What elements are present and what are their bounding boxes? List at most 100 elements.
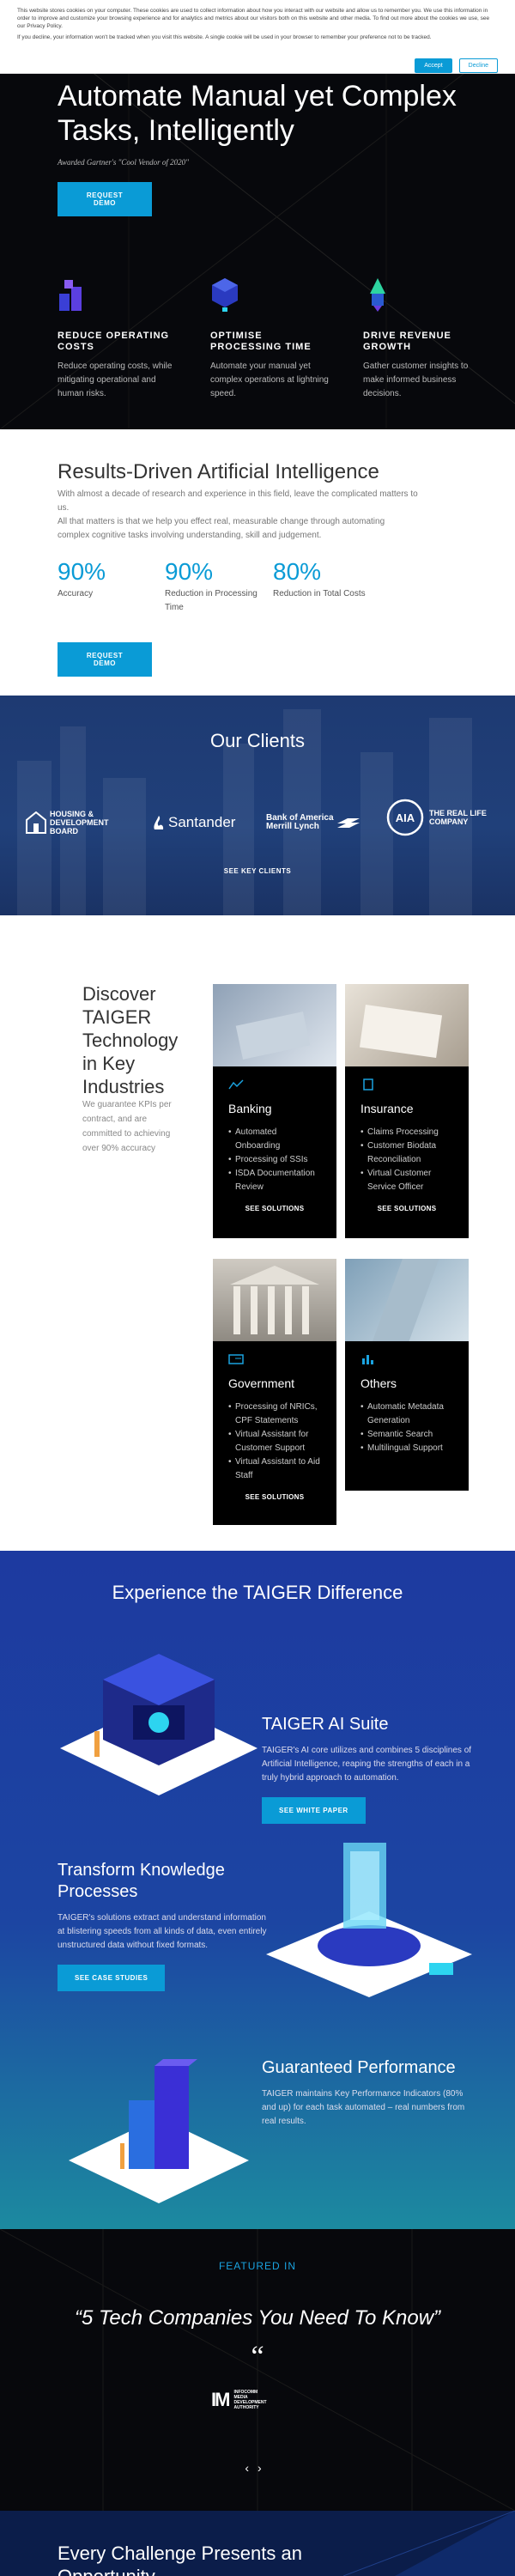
block-text: TAIGER's AI core utilizes and combines 5… bbox=[262, 1746, 472, 1783]
results-paragraph: With almost a decade of research and exp… bbox=[58, 489, 418, 513]
hdb-house-icon bbox=[26, 811, 46, 834]
imda-mark: IM bbox=[211, 2389, 230, 2410]
see-solutions-link[interactable]: SEE SOLUTIONS bbox=[360, 1205, 453, 1212]
card-item: Virtual Customer Service Officer bbox=[360, 1167, 453, 1194]
stat-label: Reduction in Total Costs bbox=[273, 589, 366, 598]
block-text: TAIGER's solutions extract and understan… bbox=[58, 1913, 267, 1950]
block-title: Guaranteed Performance bbox=[262, 2058, 456, 2077]
quote-mark-icon: “ bbox=[251, 2341, 264, 2372]
see-case-studies-button[interactable]: SEE CASE STUDIES bbox=[58, 1965, 166, 1991]
results-description: With almost a decade of research and exp… bbox=[58, 488, 418, 543]
stat-value: 90% bbox=[165, 558, 214, 585]
courthouse-columns bbox=[230, 1266, 319, 1334]
chart-line-icon bbox=[228, 1079, 244, 1090]
cookie-decline-button[interactable]: Decline bbox=[458, 58, 498, 73]
card-title: Insurance bbox=[360, 1102, 414, 1115]
bottom-decor bbox=[343, 2511, 515, 2576]
rocket-icon bbox=[370, 278, 385, 312]
industries-intro: We guarantee KPIs per contract, and are … bbox=[82, 1100, 172, 1153]
see-white-paper-button[interactable]: SEE WHITE PAPER bbox=[262, 1797, 366, 1824]
hero-request-demo-button[interactable]: REQUEST DEMO bbox=[58, 182, 152, 216]
feature-optimise-time: OPTIMISE PROCESSING TIME Automate your m… bbox=[210, 276, 330, 401]
carousel-next-icon[interactable]: › bbox=[258, 2461, 270, 2475]
stat-accuracy: 90% Accuracy bbox=[58, 558, 152, 601]
feature-text: Automate your manual yet complex operati… bbox=[210, 361, 329, 398]
card-item: Multilingual Support bbox=[360, 1442, 453, 1455]
stat-processing-time: 90% Reduction in Processing Time bbox=[165, 558, 259, 615]
aia-circle-icon: AIA bbox=[386, 799, 424, 836]
cookie-text: This website stores cookies on your comp… bbox=[17, 8, 490, 29]
see-key-clients-link[interactable]: SEE KEY CLIENTS bbox=[0, 867, 515, 875]
opportunity-title: Every Challenge Presents an Opportunity bbox=[58, 2543, 302, 2576]
transform-knowledge-block: Transform Knowledge Processes TAIGER's s… bbox=[58, 1860, 272, 1991]
clients-title: Our Clients bbox=[209, 730, 306, 751]
cookie-decline-text: If you decline, your information won't b… bbox=[17, 34, 432, 40]
see-solutions-link[interactable]: SEE SOLUTIONS bbox=[228, 1493, 321, 1501]
card-title: Others bbox=[360, 1376, 397, 1390]
opportunity-section: Every Challenge Presents an Opportunity bbox=[0, 2511, 515, 2576]
card-item: Processing of SSIs bbox=[228, 1153, 321, 1167]
stat-label: Accuracy bbox=[58, 589, 94, 598]
banking-photo bbox=[213, 984, 336, 1066]
aia-tagline: THE REAL LIFE bbox=[429, 809, 487, 817]
block-text: TAIGER maintains Key Performance Indicat… bbox=[262, 2089, 465, 2126]
stat-value: 80% bbox=[273, 558, 322, 585]
carousel-controls: ‹› bbox=[0, 2461, 515, 2475]
stat-label: Reduction in Processing Time bbox=[165, 589, 258, 612]
hero-award: Awarded Gartner's "Cool Vendor of 2020" bbox=[58, 158, 189, 167]
client-logo-santander: Santander bbox=[153, 805, 235, 840]
carousel-prev-icon[interactable]: ‹ bbox=[245, 2461, 258, 2475]
card-item: Semantic Search bbox=[360, 1428, 453, 1442]
processing-cube-icon bbox=[212, 278, 238, 312]
cookie-banner: This website stores cookies on your comp… bbox=[0, 0, 515, 74]
others-photo bbox=[345, 1259, 469, 1341]
id-card-icon bbox=[228, 1354, 244, 1364]
stat-total-costs: 80% Reduction in Total Costs bbox=[273, 558, 367, 601]
boa-flag-icon bbox=[336, 818, 360, 828]
stat-value: 90% bbox=[58, 558, 106, 585]
see-solutions-link[interactable]: SEE SOLUTIONS bbox=[228, 1205, 321, 1212]
feature-reduce-costs: REDUCE OPERATING COSTS Reduce operating … bbox=[58, 276, 178, 401]
industries-title: Discover TAIGER Technology in Key Indust… bbox=[82, 983, 179, 1097]
card-item: Claims Processing bbox=[360, 1126, 453, 1139]
industry-card-government[interactable]: Government Processing of NRICs, CPF Stat… bbox=[213, 1259, 336, 1525]
card-title: Government bbox=[228, 1376, 295, 1390]
hdb-name: HOUSING & DEVELOPMENT BOARD bbox=[50, 810, 109, 835]
industry-card-others[interactable]: Others Automatic Metadata Generation Sem… bbox=[345, 1259, 469, 1491]
card-title: Banking bbox=[228, 1102, 272, 1115]
industries-section: Discover TAIGER Technology in Key Indust… bbox=[0, 915, 515, 1551]
aia-mark: AIA bbox=[396, 811, 415, 824]
results-section: Results-Driven Artificial Intelligence W… bbox=[0, 429, 515, 696]
client-logo-hdb: HOUSING & DEVELOPMENT BOARD bbox=[26, 805, 125, 840]
insurance-photo bbox=[345, 984, 469, 1066]
card-item: Virtual Assistant for Customer Support bbox=[228, 1428, 321, 1455]
card-item: Automatic Metadata Generation bbox=[360, 1400, 453, 1428]
feature-title: DRIVE REVENUE GROWTH bbox=[363, 331, 451, 352]
results-request-demo-button[interactable]: REQUEST DEMO bbox=[58, 642, 152, 677]
feature-drive-revenue: DRIVE REVENUE GROWTH Gather customer ins… bbox=[363, 276, 483, 401]
card-item: Virtual Assistant to Aid Staff bbox=[228, 1455, 321, 1483]
skyline-building bbox=[103, 778, 146, 915]
industry-card-insurance[interactable]: Insurance Claims Processing Customer Bio… bbox=[345, 984, 469, 1238]
knowledge-process-illustration bbox=[266, 1843, 472, 1997]
government-photo bbox=[213, 1259, 336, 1341]
feature-title: OPTIMISE PROCESSING TIME bbox=[210, 331, 312, 352]
cookie-accept-button[interactable]: Accept bbox=[415, 58, 452, 73]
featured-label: FEATURED IN bbox=[218, 2260, 297, 2272]
santander-name: Santander bbox=[168, 814, 236, 830]
imda-logo: IM INFOCOMM MEDIA DEVELOPMENT AUTHORITY bbox=[211, 2389, 267, 2411]
ai-suite-block: TAIGER AI Suite TAIGER's AI core utilize… bbox=[262, 1714, 476, 1824]
feature-text: Gather customer insights to make informe… bbox=[363, 361, 469, 398]
featured-quote: “5 Tech Companies You Need To Know” bbox=[74, 2306, 441, 2330]
client-logo-bank-of-america: Bank of America Merrill Lynch bbox=[266, 805, 360, 840]
industry-card-banking[interactable]: Banking Automated Onboarding Processing … bbox=[213, 984, 336, 1238]
performance-illustration bbox=[69, 2059, 249, 2203]
ai-suite-illustration bbox=[60, 1654, 258, 1795]
clients-section: Our Clients HOUSING & DEVELOPMENT BOARD … bbox=[0, 696, 515, 915]
card-item: Automated Onboarding bbox=[228, 1126, 321, 1153]
results-paragraph: All that matters is that we help you eff… bbox=[58, 517, 385, 540]
feature-text: Reduce operating costs, while mitigating… bbox=[58, 361, 173, 398]
results-title: Results-Driven Artificial Intelligence bbox=[58, 460, 379, 483]
bar-chart-icon bbox=[362, 1355, 373, 1364]
card-item: Processing of NRICs, CPF Statements bbox=[228, 1400, 321, 1428]
